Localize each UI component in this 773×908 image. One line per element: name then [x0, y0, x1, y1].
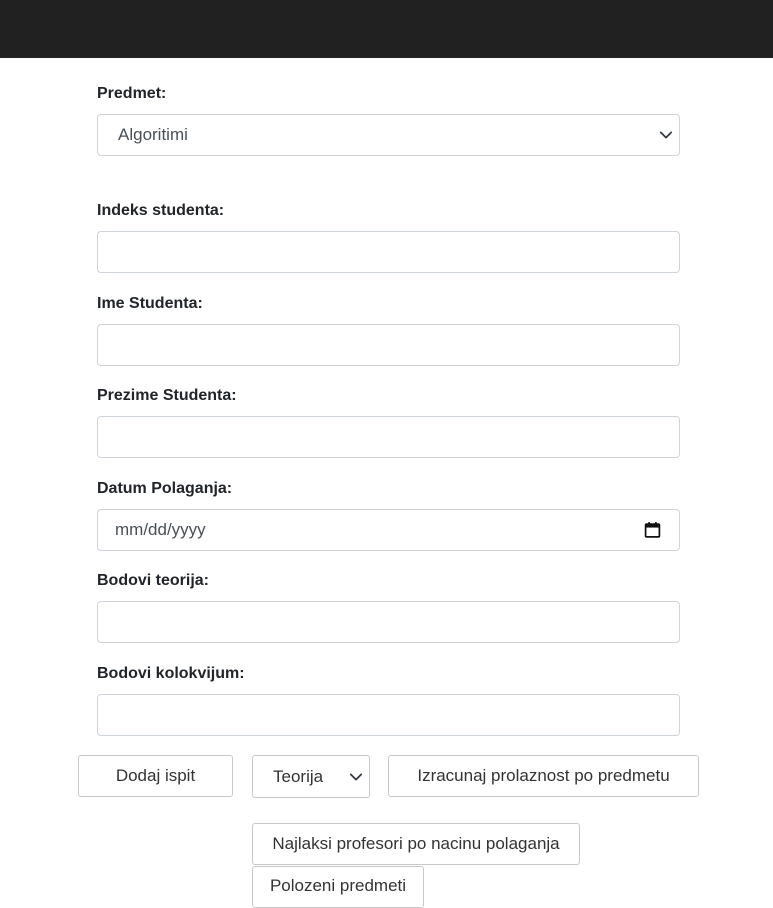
index-input[interactable]: [97, 231, 680, 273]
chevron-down-icon: [349, 773, 363, 780]
subject-select[interactable]: Algoritimi: [97, 114, 680, 156]
first-name-label: Ime Studenta:: [97, 295, 203, 312]
calendar-icon[interactable]: [644, 522, 661, 539]
add-exam-button[interactable]: Dodaj ispit: [78, 755, 233, 797]
exam-date-placeholder: mm/dd/yyyy: [115, 520, 206, 539]
first-name-input[interactable]: [97, 324, 680, 366]
index-label: Indeks studenta:: [97, 202, 225, 219]
easiest-professors-button[interactable]: Najlaksi profesori po nacinu polaganja: [252, 823, 580, 865]
exam-date-label: Datum Polaganja:: [97, 480, 233, 497]
subject-label: Predmet:: [97, 85, 167, 102]
exam-date-input[interactable]: mm/dd/yyyy: [97, 509, 680, 551]
colloquium-points-label: Bodovi kolokvijum:: [97, 665, 245, 682]
last-name-label: Prezime Studenta:: [97, 387, 237, 404]
colloquium-points-input[interactable]: [97, 694, 680, 736]
exam-type-select-value: Teorija: [273, 766, 324, 786]
passed-subjects-button[interactable]: Polozeni predmeti: [252, 866, 424, 908]
last-name-input[interactable]: [97, 416, 680, 458]
calc-pass-rate-button[interactable]: Izracunaj prolaznost po predmetu: [388, 755, 699, 797]
exam-type-select[interactable]: Teorija: [252, 755, 370, 798]
theory-points-input[interactable]: [97, 601, 680, 643]
theory-points-label: Bodovi teorija:: [97, 572, 210, 589]
chevron-down-icon: [659, 131, 673, 139]
top-navbar: [0, 0, 773, 58]
subject-select-value: Algoritimi: [118, 125, 188, 144]
